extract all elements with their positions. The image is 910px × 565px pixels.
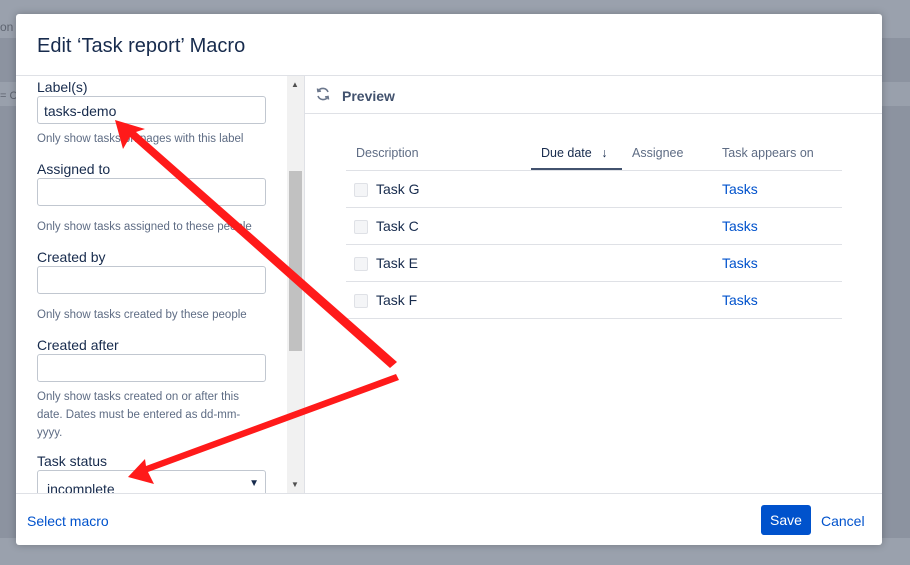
created-by-input[interactable] [37, 266, 266, 294]
parameters-scrollbar[interactable]: ▲ ▼ [287, 76, 304, 493]
task-status-value: incomplete [47, 481, 115, 493]
created-by-help: Only show tasks created by these people [37, 309, 247, 321]
labels-input[interactable]: tasks-demo [37, 96, 266, 124]
table-row: Task G Tasks [346, 171, 842, 208]
preview-header: Preview [305, 76, 882, 114]
task-description: Task G [376, 181, 420, 197]
scroll-down-icon[interactable]: ▼ [291, 480, 299, 489]
column-assignee[interactable]: Assignee [632, 136, 683, 170]
pane-divider [304, 76, 305, 493]
task-status-select[interactable]: incomplete ▼ [37, 470, 266, 493]
table-row: Task E Tasks [346, 245, 842, 282]
table-row: Task F Tasks [346, 282, 842, 319]
column-description[interactable]: Description [356, 136, 419, 170]
task-description: Task F [376, 292, 418, 308]
task-status-label: Task status [37, 453, 108, 469]
dialog-title: Edit ‘Task report’ Macro [37, 35, 246, 57]
task-checkbox[interactable] [354, 220, 368, 234]
created-after-help: Only show tasks created on or after this… [37, 391, 241, 439]
column-task-appears-on[interactable]: Task appears on [722, 136, 814, 170]
scroll-thumb[interactable] [289, 171, 302, 351]
created-after-input[interactable] [37, 354, 266, 382]
refresh-icon[interactable] [315, 86, 331, 102]
due-date-label: Due date [541, 146, 592, 160]
labels-label: Label(s) [37, 79, 88, 95]
preview-title: Preview [342, 88, 395, 104]
task-checkbox[interactable] [354, 294, 368, 308]
arrow-down-icon: ↓ [601, 146, 608, 160]
assigned-to-help: Only show tasks assigned to these people [37, 221, 252, 233]
background-edge-text-2: = C [0, 90, 18, 102]
footer-divider [16, 493, 882, 494]
task-page-link[interactable]: Tasks [722, 255, 758, 271]
background-edge-text: on [0, 20, 14, 34]
task-page-link[interactable]: Tasks [722, 181, 758, 197]
task-checkbox[interactable] [354, 257, 368, 271]
macro-parameters-pane: Label(s) tasks-demo Only show tasks on p… [16, 76, 304, 493]
table-row: Task C Tasks [346, 208, 842, 245]
save-button[interactable]: Save [761, 505, 811, 535]
task-checkbox[interactable] [354, 183, 368, 197]
select-macro-link[interactable]: Select macro [27, 513, 109, 529]
labels-help: Only show tasks on pages with this label [37, 133, 244, 145]
task-page-link[interactable]: Tasks [722, 292, 758, 308]
assigned-to-input[interactable] [37, 178, 266, 206]
column-due-date[interactable]: Due date ↓ [531, 136, 622, 170]
caret-down-icon: ▼ [249, 478, 259, 489]
task-page-link[interactable]: Tasks [722, 218, 758, 234]
macro-dialog: Edit ‘Task report’ Macro Label(s) tasks-… [16, 14, 882, 545]
created-by-label: Created by [37, 249, 106, 265]
assigned-to-label: Assigned to [37, 161, 111, 177]
cancel-link[interactable]: Cancel [821, 513, 865, 529]
task-description: Task E [376, 255, 419, 271]
created-after-label: Created after [37, 337, 119, 353]
scroll-up-icon[interactable]: ▲ [291, 80, 299, 89]
task-description: Task C [376, 218, 419, 234]
